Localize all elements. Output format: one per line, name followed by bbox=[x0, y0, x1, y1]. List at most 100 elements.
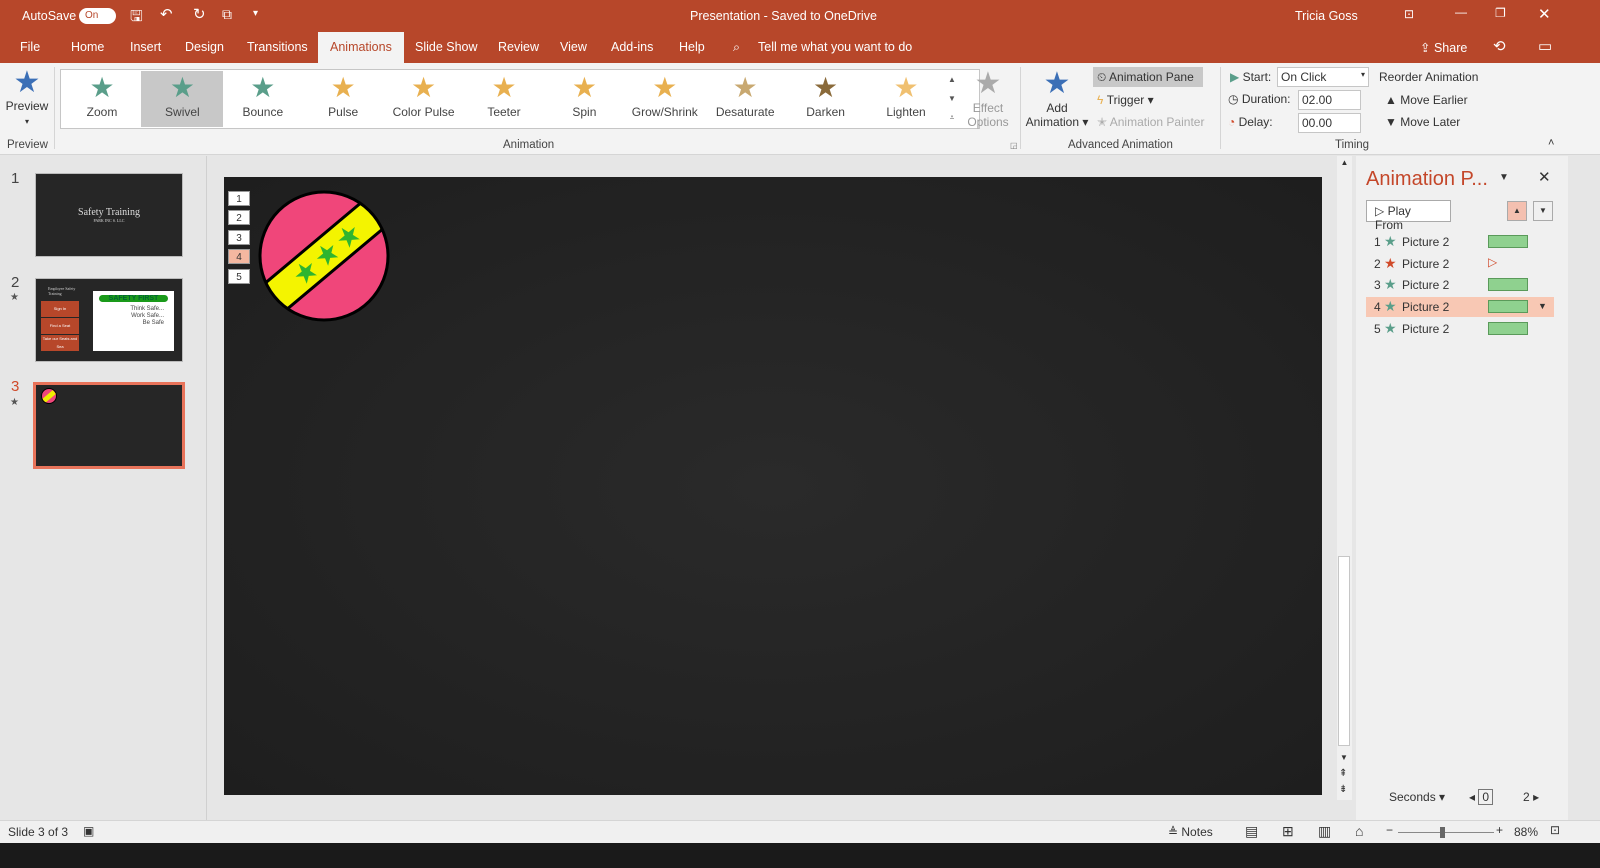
restore-icon[interactable]: ❐ bbox=[1495, 6, 1506, 20]
customize-toolbar-icon[interactable]: ▾ bbox=[253, 8, 258, 19]
animation-pane-button[interactable]: ⏲ Animation Pane bbox=[1093, 67, 1203, 87]
animation-zoom[interactable]: ★ Zoom bbox=[61, 71, 143, 127]
tab-insert[interactable]: Insert bbox=[130, 40, 161, 54]
animation-spin[interactable]: ★ Spin bbox=[543, 71, 625, 127]
tab-file[interactable]: File bbox=[20, 40, 40, 54]
redo-icon[interactable]: ↻ bbox=[193, 5, 206, 23]
comments-icon[interactable]: ▭ bbox=[1538, 37, 1552, 55]
effect-options-button[interactable]: ★ Effect Options bbox=[963, 67, 1013, 129]
slideshow-view-icon[interactable]: ⌂ bbox=[1355, 823, 1363, 839]
tab-animations[interactable]: Animations bbox=[318, 32, 404, 63]
notes-button[interactable]: ≜ Notes bbox=[1168, 825, 1213, 839]
animation-item[interactable]: 3 ★ Picture 2 bbox=[1366, 275, 1554, 295]
tab-review[interactable]: Review bbox=[498, 40, 539, 54]
close-pane-icon[interactable]: ✕ bbox=[1538, 168, 1551, 186]
timing-bar[interactable] bbox=[1488, 321, 1528, 335]
share-button[interactable]: ⇪ Share bbox=[1420, 40, 1467, 55]
save-icon[interactable]: 🖫 bbox=[130, 6, 143, 31]
gallery-more-icon[interactable]: ⩡ bbox=[945, 108, 959, 127]
animation-tag[interactable]: 2 bbox=[228, 210, 250, 225]
ribbon-display-icon[interactable]: ⊡ bbox=[1404, 7, 1414, 21]
animation-item[interactable]: 2 ★ Picture 2 ▷ bbox=[1366, 254, 1554, 274]
slide-thumbnail-3[interactable] bbox=[33, 382, 185, 469]
animation-tag-selected[interactable]: 4 bbox=[228, 249, 250, 264]
animation-tag[interactable]: 5 bbox=[228, 269, 250, 284]
animation-bounce[interactable]: ★ Bounce bbox=[222, 71, 304, 127]
tell-me-input[interactable]: Tell me what you want to do bbox=[758, 40, 912, 54]
tab-help[interactable]: Help bbox=[679, 40, 705, 54]
duration-spinner[interactable]: 02.00 bbox=[1298, 90, 1361, 110]
add-animation-button[interactable]: ★ Add Animation ▾ bbox=[1024, 67, 1090, 129]
zoom-slider[interactable] bbox=[1398, 827, 1494, 838]
zoom-in-button[interactable]: + bbox=[1496, 823, 1503, 837]
scrollbar-thumb[interactable] bbox=[1338, 556, 1350, 746]
undo-icon[interactable]: ↶ bbox=[160, 5, 173, 23]
delay-spinner[interactable]: 00.00 bbox=[1298, 113, 1361, 133]
animation-pulse[interactable]: ★ Pulse bbox=[302, 71, 384, 127]
tab-slide-show[interactable]: Slide Show bbox=[415, 40, 478, 54]
tab-transitions[interactable]: Transitions bbox=[247, 40, 308, 54]
tab-home[interactable]: Home bbox=[71, 40, 104, 54]
history-icon[interactable]: ⟲ bbox=[1493, 37, 1506, 55]
animation-darken[interactable]: ★ Darken bbox=[785, 71, 867, 127]
pane-options-icon[interactable]: ▼ bbox=[1499, 172, 1509, 183]
close-icon[interactable]: ✕ bbox=[1538, 5, 1551, 23]
gallery-up-icon[interactable]: ▲ bbox=[945, 70, 959, 89]
slide-canvas[interactable]: 1 2 3 4 5 ★ ★ ★ bbox=[224, 177, 1322, 795]
animation-item[interactable]: 5 ★ Picture 2 bbox=[1366, 319, 1554, 339]
animation-swivel[interactable]: ★ Swivel bbox=[141, 71, 224, 127]
spell-check-icon[interactable]: ▣ bbox=[83, 824, 94, 838]
collapse-ribbon-icon[interactable]: ˄ bbox=[1548, 137, 1554, 149]
animation-item[interactable]: 4 ★ Picture 2 ▼ bbox=[1366, 297, 1554, 318]
minimize-icon[interactable]: — bbox=[1455, 5, 1467, 19]
start-slideshow-icon[interactable]: ⧉ bbox=[222, 6, 232, 23]
next-slide-icon[interactable]: ⇟ bbox=[1339, 784, 1347, 795]
animation-label: Animation bbox=[1025, 115, 1079, 129]
animation-tag[interactable]: 1 bbox=[228, 191, 250, 206]
reading-view-icon[interactable]: ▥ bbox=[1318, 823, 1331, 840]
document-title[interactable]: Presentation - Saved to OneDrive bbox=[690, 9, 877, 23]
timing-bar[interactable] bbox=[1488, 300, 1528, 314]
animation-desaturate[interactable]: ★ Desaturate bbox=[704, 71, 786, 127]
zoom-slider-thumb[interactable] bbox=[1440, 827, 1446, 838]
dialog-launcher-icon[interactable]: ◲ bbox=[1010, 141, 1018, 150]
slide-thumbnail-2[interactable]: Employee Safety Training Sign In Find a … bbox=[35, 278, 183, 362]
seconds-dropdown[interactable]: Seconds ▾ bbox=[1389, 790, 1445, 804]
tab-view[interactable]: View bbox=[560, 40, 587, 54]
animation-tag[interactable]: 3 bbox=[228, 230, 250, 245]
previous-slide-icon[interactable]: ⇞ bbox=[1339, 768, 1347, 779]
user-name[interactable]: Tricia Goss bbox=[1295, 9, 1358, 23]
tab-design[interactable]: Design bbox=[185, 40, 224, 54]
star-icon: ★ bbox=[813, 72, 839, 103]
animation-teeter[interactable]: ★ Teeter bbox=[463, 71, 545, 127]
trigger-button[interactable]: ϟ Trigger ▾ bbox=[1097, 93, 1154, 107]
animation-lighten[interactable]: ★ Lighten bbox=[865, 71, 947, 127]
slide-thumbnail-1[interactable]: Safety Training PARK INC S. LLC bbox=[35, 173, 183, 257]
animation-painter-button[interactable]: ✭ Animation Painter bbox=[1097, 115, 1204, 129]
play-from-button[interactable]: ▷ Play From bbox=[1366, 200, 1451, 232]
fit-to-window-icon[interactable]: ⊡ bbox=[1550, 823, 1560, 837]
animation-item[interactable]: 1 ★ Picture 2 bbox=[1366, 232, 1554, 252]
move-earlier-button[interactable]: ▲ Move Earlier bbox=[1385, 93, 1468, 107]
move-later-button[interactable]: ▼ Move Later bbox=[1385, 115, 1460, 129]
item-dropdown-icon[interactable]: ▼ bbox=[1538, 301, 1547, 311]
zoom-level[interactable]: 88% bbox=[1514, 825, 1538, 839]
move-down-icon[interactable]: ▼ bbox=[1533, 201, 1553, 221]
animation-grow-shrink[interactable]: ★ Grow/Shrink bbox=[624, 71, 706, 127]
timing-bar[interactable] bbox=[1488, 235, 1528, 248]
animation-color-pulse[interactable]: ★ Color Pulse bbox=[383, 71, 465, 127]
slide-sorter-icon[interactable]: ⊞ bbox=[1282, 823, 1294, 840]
vertical-scrollbar[interactable]: ▲ ▼ ⇞ ⇟ bbox=[1337, 156, 1352, 800]
tab-add-ins[interactable]: Add-ins bbox=[611, 40, 653, 54]
autosave-toggle[interactable]: On bbox=[79, 8, 116, 24]
gallery-scroll[interactable]: ▲ ▼ ⩡ bbox=[945, 70, 959, 128]
zoom-out-button[interactable]: − bbox=[1386, 823, 1393, 837]
normal-view-icon[interactable]: ▤ bbox=[1245, 823, 1258, 840]
gallery-down-icon[interactable]: ▼ bbox=[945, 89, 959, 108]
start-select[interactable]: On Click ▾ bbox=[1277, 67, 1369, 87]
timing-bar[interactable] bbox=[1488, 278, 1528, 292]
preview-button[interactable]: ★ Preview ▾ bbox=[4, 67, 50, 127]
ball-picture[interactable]: ★★★ bbox=[257, 189, 391, 323]
move-up-icon[interactable]: ▲ bbox=[1507, 201, 1527, 221]
timeline-ruler[interactable]: ◂ 02 ▸ bbox=[1469, 789, 1539, 805]
